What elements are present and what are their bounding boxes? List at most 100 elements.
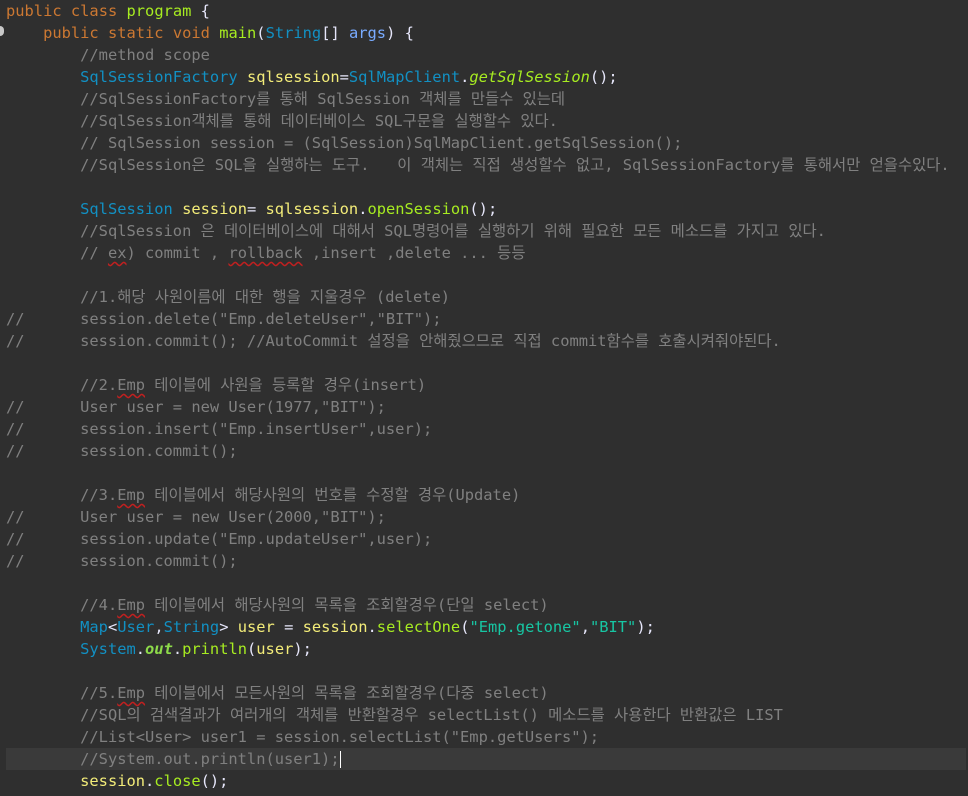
code-token: Emp — [117, 486, 146, 504]
code-token: User user = new User(1977,"BIT"); — [80, 398, 386, 416]
code-line[interactable]: // session.update("Emp.updateUser",user)… — [6, 528, 966, 550]
code-token: (); — [469, 200, 498, 218]
code-token: User user = new User(2000,"BIT"); — [80, 508, 386, 526]
code-token: , — [580, 618, 590, 636]
code-line[interactable] — [6, 660, 966, 682]
code-line[interactable]: // session.commit(); //AutoCommit 설정을 안해… — [6, 330, 966, 352]
code-line[interactable]: // SqlSession session = (SqlSession)SqlM… — [6, 132, 966, 154]
code-token: getSqlSession — [469, 68, 590, 86]
code-token: //SQL의 검색결과가 여러개의 객체를 반환할경우 selectList()… — [80, 706, 783, 724]
code-line[interactable]: //System.out.println(user1); — [6, 748, 966, 770]
code-token: selectOne — [376, 618, 461, 636]
code-token: //method scope — [80, 46, 210, 64]
code-token: ) commit , — [126, 244, 229, 262]
code-line[interactable]: SqlSession session= sqlsession.openSessi… — [6, 198, 966, 220]
code-token: session.commit(); — [80, 442, 238, 460]
code-token: //SqlSession 은 데이터베이스에 대해서 SQL명령어를 실행하기 … — [80, 222, 826, 240]
code-token: ( — [256, 24, 266, 42]
code-token: Emp — [117, 684, 146, 702]
code-line[interactable]: // ex) commit , rollback ,insert ,delete… — [6, 242, 966, 264]
fold-marker-icon[interactable] — [0, 26, 4, 36]
code-token: ex — [107, 244, 127, 262]
code-token: //System.out.println(user1); — [80, 750, 340, 768]
code-line[interactable]: //SQL의 검색결과가 여러개의 객체를 반환할경우 selectList()… — [6, 704, 966, 726]
code-token: { — [191, 2, 210, 20]
code-editor[interactable]: public class program { public static voi… — [0, 0, 968, 796]
code-token: session — [302, 618, 368, 636]
code-token: . — [367, 618, 377, 636]
code-line[interactable]: //SqlSession 은 데이터베이스에 대해서 SQL명령어를 실행하기 … — [6, 220, 966, 242]
code-token: user — [256, 640, 294, 658]
code-token: //2. — [80, 376, 118, 394]
code-token: User — [117, 618, 155, 636]
code-line[interactable] — [6, 352, 966, 374]
code-line[interactable]: // User user = new User(1977,"BIT"); — [6, 396, 966, 418]
line-comment-marker: // — [6, 332, 81, 350]
code-token: println — [182, 640, 247, 658]
code-token: //List<User> user1 = session.selectList(… — [80, 728, 600, 746]
code-line[interactable] — [6, 572, 966, 594]
code-token: ) { — [386, 24, 414, 42]
code-line[interactable]: System.out.println(user); — [6, 638, 966, 660]
code-token: String — [265, 24, 322, 42]
code-line[interactable]: session.close(); — [6, 770, 966, 792]
code-line[interactable]: //2.Emp 테이블에 사원을 등록할 경우(insert) — [6, 374, 966, 396]
code-token: session — [80, 772, 146, 790]
line-comment-marker: // — [6, 310, 81, 328]
code-token: SqlSession — [80, 200, 173, 218]
code-line[interactable]: //3.Emp 테이블에서 해당사원의 번호를 수정할 경우(Update) — [6, 484, 966, 506]
code-line[interactable] — [6, 176, 966, 198]
code-line[interactable]: public class program { — [6, 0, 966, 22]
code-token: close — [154, 772, 201, 790]
code-token: session.commit(); — [80, 552, 238, 570]
code-line[interactable]: //1.해당 사원이름에 대한 행을 지울경우 (delete) — [6, 286, 966, 308]
code-line[interactable]: // session.commit(); — [6, 550, 966, 572]
code-line[interactable]: //SqlSessionFactory를 통해 SqlSession 객체를 만… — [6, 88, 966, 110]
code-line[interactable]: //4.Emp 테이블에서 해당사원의 목록을 조회할경우(단일 select) — [6, 594, 966, 616]
code-line[interactable]: SqlSessionFactory sqlsession=SqlMapClien… — [6, 66, 966, 88]
code-token: . — [172, 640, 183, 658]
code-line[interactable]: //SqlSession은 SQL을 실행하는 도구. 이 객체는 직접 생성할… — [6, 154, 966, 176]
code-token: //SqlSessionFactory를 통해 SqlSession 객체를 만… — [80, 90, 566, 108]
code-line[interactable] — [6, 462, 966, 484]
code-token: static — [107, 24, 164, 42]
code-token: out — [145, 640, 173, 658]
code-token: = — [246, 200, 266, 218]
code-line[interactable]: // User user = new User(2000,"BIT"); — [6, 506, 966, 528]
code-token: ); — [636, 618, 655, 636]
code-token: SqlSessionFactory — [80, 68, 238, 86]
code-token: openSession — [367, 200, 470, 218]
code-line[interactable]: //SqlSession객체를 통해 데이터베이스 SQL구문을 실행할수 있다… — [6, 110, 966, 132]
code-token: // SqlSession session = (SqlSession)SqlM… — [80, 134, 683, 152]
code-token: ( — [247, 640, 257, 658]
code-line[interactable]: //method scope — [6, 44, 966, 66]
line-comment-marker: // — [6, 508, 81, 526]
line-comment-marker: // — [6, 530, 81, 548]
code-token: sqlsession — [246, 68, 340, 86]
code-line[interactable] — [6, 264, 966, 286]
code-line[interactable]: //5.Emp 테이블에서 모든사원의 목록을 조회할경우(다중 select) — [6, 682, 966, 704]
code-line[interactable]: //List<User> user1 = session.selectList(… — [6, 726, 966, 748]
code-line[interactable]: // session.insert("Emp.insertUser",user)… — [6, 418, 966, 440]
code-token: ); — [293, 640, 312, 658]
code-token: "BIT" — [589, 618, 637, 636]
text-caret — [339, 751, 341, 768]
code-line[interactable]: // session.delete("Emp.deleteUser","BIT"… — [6, 308, 966, 330]
code-line[interactable]: // session.commit(); — [6, 440, 966, 462]
code-line[interactable]: Map<User,String> user = session.selectOn… — [6, 616, 966, 638]
code-line[interactable]: public static void main(String[] args) { — [6, 22, 966, 44]
